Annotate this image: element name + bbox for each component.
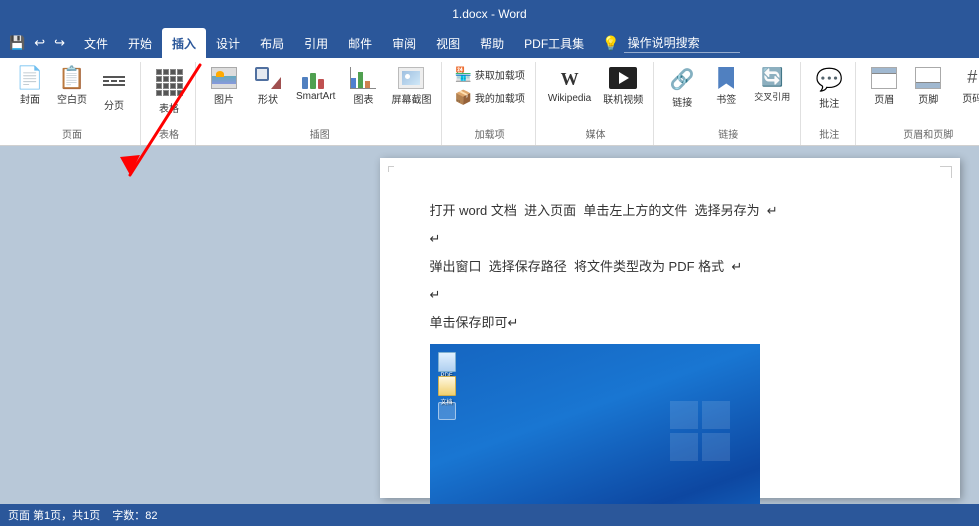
- btn-chart[interactable]: 图表: [343, 64, 383, 109]
- tab-view[interactable]: 视图: [426, 28, 470, 58]
- btn-header[interactable]: 页眉: [864, 64, 904, 109]
- page-info: 页面 第1页，共1页: [8, 507, 100, 523]
- tab-file[interactable]: 文件: [74, 28, 118, 58]
- doc-para-3: 弹出窗口 选择保存路径 将文件类型改为 PDF 格式 ↵: [430, 254, 910, 280]
- btn-my-addins[interactable]: 📦 我的加载项: [450, 87, 528, 108]
- btn-image[interactable]: 图片: [204, 64, 244, 109]
- status-bar: 页面 第1页，共1页 字数：82: [0, 504, 979, 526]
- qa-redo[interactable]: ↪: [51, 33, 68, 53]
- btn-online-video[interactable]: 联机视频: [599, 64, 647, 109]
- doc-text: 打开 word 文档 进入页面 单击左上方的文件 选择另存为 ↵ ↵ 弹出窗口 …: [430, 198, 910, 336]
- word-count: 字数：82: [112, 507, 157, 523]
- btn-bookmark[interactable]: 书签: [706, 64, 746, 109]
- doc-image: PDF 文档: [430, 344, 760, 504]
- search-box-placeholder[interactable]: 操作说明搜索: [624, 33, 740, 53]
- ribbon-group-illustration: 图片 形状 SmartArt: [198, 62, 442, 145]
- btn-screenshot[interactable]: 屏幕截图: [387, 64, 435, 109]
- tab-ref[interactable]: 引用: [294, 28, 338, 58]
- btn-shapes[interactable]: 形状: [248, 64, 288, 109]
- tab-design[interactable]: 设计: [206, 28, 250, 58]
- tab-help[interactable]: 帮助: [470, 28, 514, 58]
- doc-para-1: 打开 word 文档 进入页面 单击左上方的文件 选择另存为 ↵: [430, 198, 910, 224]
- main-area: 打开 word 文档 进入页面 单击左上方的文件 选择另存为 ↵ ↵ 弹出窗口 …: [0, 146, 979, 504]
- btn-cover[interactable]: 📄 封面: [10, 64, 50, 109]
- tab-insert[interactable]: 插入: [162, 28, 206, 58]
- tab-pdf[interactable]: PDF工具集: [514, 28, 594, 58]
- btn-footer[interactable]: 页脚: [908, 64, 948, 109]
- ribbon-group-table: 表格 表格: [143, 62, 196, 145]
- tab-layout[interactable]: 布局: [250, 28, 294, 58]
- ribbon-group-header-footer: 页眉 页脚 # 页码 页眉和页脚: [858, 62, 979, 145]
- qa-undo[interactable]: ↩: [31, 33, 48, 53]
- doc-page: 打开 word 文档 进入页面 单击左上方的文件 选择另存为 ↵ ↵ 弹出窗口 …: [380, 158, 960, 498]
- ribbon-group-comment: 💬 批注 批注: [803, 62, 856, 145]
- title-text: 1.docx - Word: [452, 7, 526, 21]
- doc-para-5: 单击保存即可↵: [430, 310, 910, 336]
- qa-save[interactable]: 💾: [6, 33, 28, 53]
- ribbon-group-links: 🔗 链接 书签 🔄 交叉引用 链接: [656, 62, 801, 145]
- doc-area: 打开 word 文档 进入页面 单击左上方的文件 选择另存为 ↵ ↵ 弹出窗口 …: [360, 146, 979, 504]
- ribbon-group-media: W Wikipedia 联机视频 媒体: [538, 62, 654, 145]
- btn-wikipedia[interactable]: W Wikipedia: [544, 64, 595, 107]
- btn-blank-page[interactable]: 📋 空白页: [52, 64, 92, 109]
- page-corner-tl: [388, 166, 394, 172]
- tab-mail[interactable]: 邮件: [338, 28, 382, 58]
- doc-para-2: ↵: [430, 226, 910, 252]
- btn-link[interactable]: 🔗 链接: [662, 64, 702, 112]
- btn-get-addins[interactable]: 🏪 获取加载项: [450, 64, 528, 85]
- btn-table[interactable]: 表格: [149, 64, 189, 118]
- ribbon: 📄 封面 📋 空白页 分页 页面: [0, 58, 979, 146]
- ribbon-group-addins: 🏪 获取加载项 📦 我的加载项 加载项: [444, 62, 535, 145]
- page-corner-tr: [940, 166, 952, 178]
- btn-page-break[interactable]: 分页: [94, 64, 134, 115]
- title-bar: 1.docx - Word: [0, 0, 979, 28]
- btn-page-number[interactable]: # 页码: [952, 64, 979, 108]
- btn-comment[interactable]: 💬 批注: [809, 64, 849, 113]
- btn-cross-ref[interactable]: 🔄 交叉引用: [750, 64, 794, 106]
- btn-smartart[interactable]: SmartArt: [292, 64, 339, 105]
- doc-para-4: ↵: [430, 282, 910, 308]
- tab-review[interactable]: 审阅: [382, 28, 426, 58]
- ribbon-group-pages: 📄 封面 📋 空白页 分页 页面: [4, 62, 141, 145]
- tab-start[interactable]: 开始: [118, 28, 162, 58]
- sidebar-panel: [0, 146, 360, 504]
